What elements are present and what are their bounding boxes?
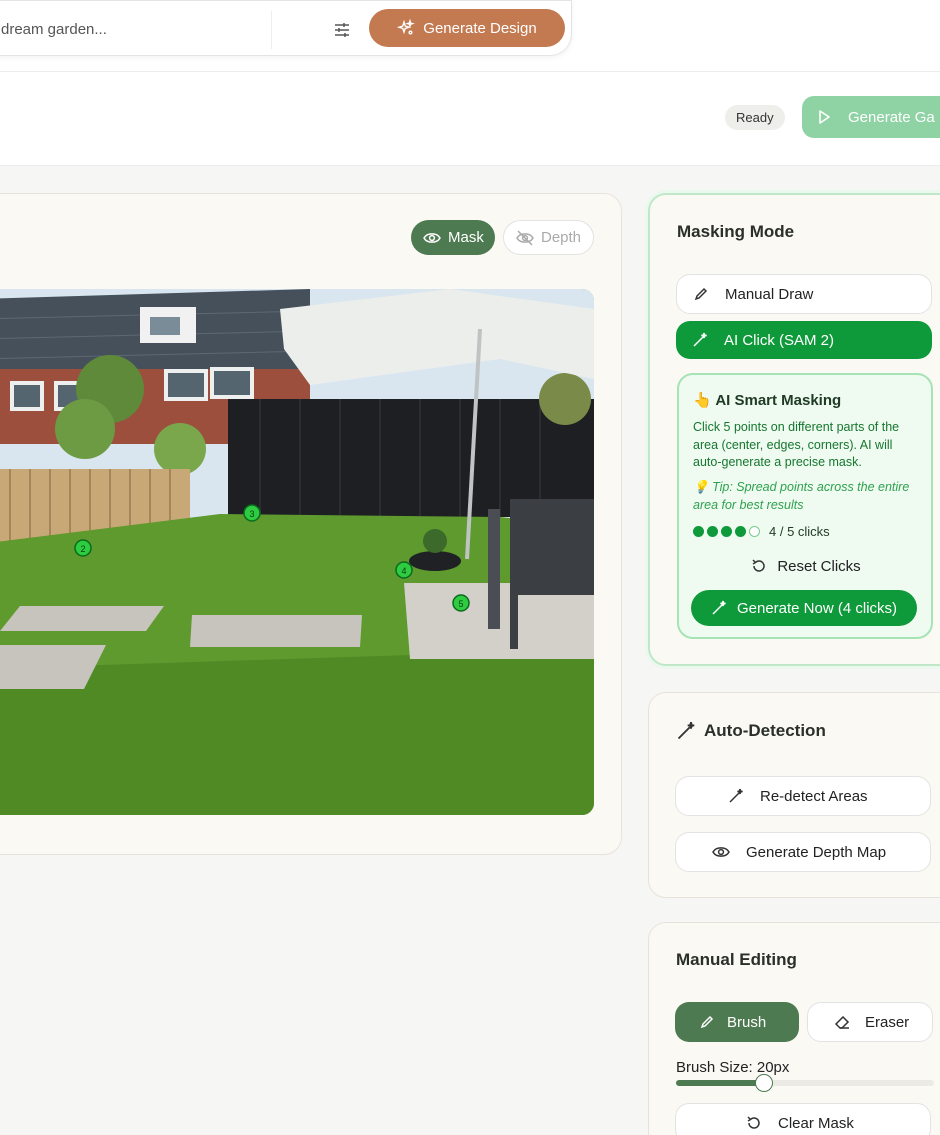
generate-depth-map-button[interactable]: Generate Depth Map <box>675 832 931 872</box>
manual-draw-label: Manual Draw <box>725 285 814 303</box>
generate-garden-button[interactable]: Generate Ga <box>802 96 940 138</box>
brush-size-label: Brush Size: 20px <box>676 1059 790 1076</box>
click-point[interactable]: 5 <box>452 594 470 612</box>
magic-wand-icon <box>676 721 696 741</box>
mask-view-label: Mask <box>448 229 484 246</box>
auto-detection-heading: Auto-Detection <box>676 721 826 741</box>
eye-icon <box>423 231 441 245</box>
redetect-areas-label: Re-detect Areas <box>760 787 868 805</box>
masking-mode-title: Masking Mode <box>677 222 795 241</box>
sliders-icon[interactable] <box>329 17 355 43</box>
eye-icon <box>712 845 730 859</box>
masking-mode-card: Masking Mode Manual Draw AI Click (SAM 2… <box>648 193 940 666</box>
magic-wand-icon <box>728 788 744 804</box>
brush-size-slider[interactable] <box>676 1074 934 1092</box>
top-bar: Generate Design <box>0 0 940 72</box>
generate-design-label: Generate Design <box>423 19 537 37</box>
clear-mask-button[interactable]: Clear Mask <box>675 1103 931 1135</box>
reset-clicks-button[interactable]: Reset Clicks <box>693 551 919 581</box>
brush-button[interactable]: Brush <box>675 1002 799 1042</box>
auto-detection-title: Auto-Detection <box>704 721 826 740</box>
divider <box>271 11 272 49</box>
garden-photo[interactable]: 2 3 4 5 <box>0 289 594 815</box>
prompt-input[interactable] <box>1 9 271 49</box>
manual-draw-button[interactable]: Manual Draw <box>676 274 932 314</box>
click-point[interactable]: 2 <box>74 539 92 557</box>
magic-wand-icon <box>692 332 708 348</box>
depth-view-button[interactable]: Depth <box>503 220 594 255</box>
brush-size-thumb[interactable] <box>754 1074 773 1092</box>
ai-smart-masking-title: AI Smart Masking <box>715 392 842 409</box>
clicks-count: 4 / 5 clicks <box>769 524 830 539</box>
brush-icon <box>699 1014 715 1030</box>
rotate-ccw-icon <box>751 558 767 574</box>
ai-smart-masking-heading: 👆 AI Smart Masking <box>693 391 841 409</box>
play-icon <box>816 109 832 125</box>
brush-size-fill <box>676 1080 764 1086</box>
smart-masking-tip: 💡 Tip: Spread points across the entire a… <box>693 479 923 514</box>
click-progress: 4 / 5 clicks <box>693 524 830 539</box>
magic-wand-icon <box>711 600 727 616</box>
clear-mask-label: Clear Mask <box>778 1114 854 1132</box>
progress-dot-filled <box>707 526 718 537</box>
lightbulb-icon: 💡 <box>693 480 709 494</box>
click-point[interactable]: 4 <box>395 561 413 579</box>
click-point-label: 2 <box>80 544 85 554</box>
smart-masking-description: Click 5 points on different parts of the… <box>693 420 900 469</box>
generate-now-button[interactable]: Generate Now (4 clicks) <box>691 590 917 626</box>
generate-garden-label: Generate Ga <box>848 108 935 126</box>
click-point-label: 5 <box>458 599 463 609</box>
rotate-ccw-icon <box>746 1115 762 1131</box>
smart-masking-tip-text: Tip: Spread points across the entire are… <box>693 480 910 512</box>
pen-icon <box>693 286 709 302</box>
click-point[interactable]: 3 <box>243 504 261 522</box>
progress-dot-empty <box>749 526 760 537</box>
progress-dot-filled <box>721 526 732 537</box>
redetect-areas-button[interactable]: Re-detect Areas <box>675 776 931 816</box>
eraser-icon <box>834 1014 851 1030</box>
ai-smart-masking-panel: 👆 AI Smart Masking Click 5 points on dif… <box>677 373 933 639</box>
generate-depth-map-label: Generate Depth Map <box>746 843 887 861</box>
pointing-hand-icon: 👆 <box>693 392 712 409</box>
mask-view-button[interactable]: Mask <box>411 220 495 255</box>
click-point-label: 4 <box>401 566 406 576</box>
generate-now-label: Generate Now (4 clicks) <box>736 599 898 617</box>
status-badge: Ready <box>725 105 785 130</box>
sparkles-icon <box>397 19 416 37</box>
auto-detection-card: Auto-Detection Re-detect Areas Generate … <box>648 692 940 898</box>
click-point-label: 3 <box>249 509 254 519</box>
manual-editing-title: Manual Editing <box>676 950 797 969</box>
ai-click-label: AI Click (SAM 2) <box>724 331 835 349</box>
status-bar: Ready Generate Ga <box>0 72 940 166</box>
brush-label: Brush <box>727 1013 767 1031</box>
eye-off-icon <box>516 229 534 246</box>
reset-clicks-label: Reset Clicks <box>777 557 861 575</box>
ai-click-button[interactable]: AI Click (SAM 2) <box>676 321 932 359</box>
progress-dot-filled <box>693 526 704 537</box>
prompt-bar: Generate Design <box>0 0 572 56</box>
eraser-label: Eraser <box>865 1013 910 1031</box>
depth-view-label: Depth <box>541 229 582 246</box>
eraser-button[interactable]: Eraser <box>807 1002 933 1042</box>
manual-editing-card: Manual Editing Brush Eraser Brush Size: … <box>648 922 940 1135</box>
generate-design-button[interactable]: Generate Design <box>369 9 565 47</box>
progress-dot-filled <box>735 526 746 537</box>
